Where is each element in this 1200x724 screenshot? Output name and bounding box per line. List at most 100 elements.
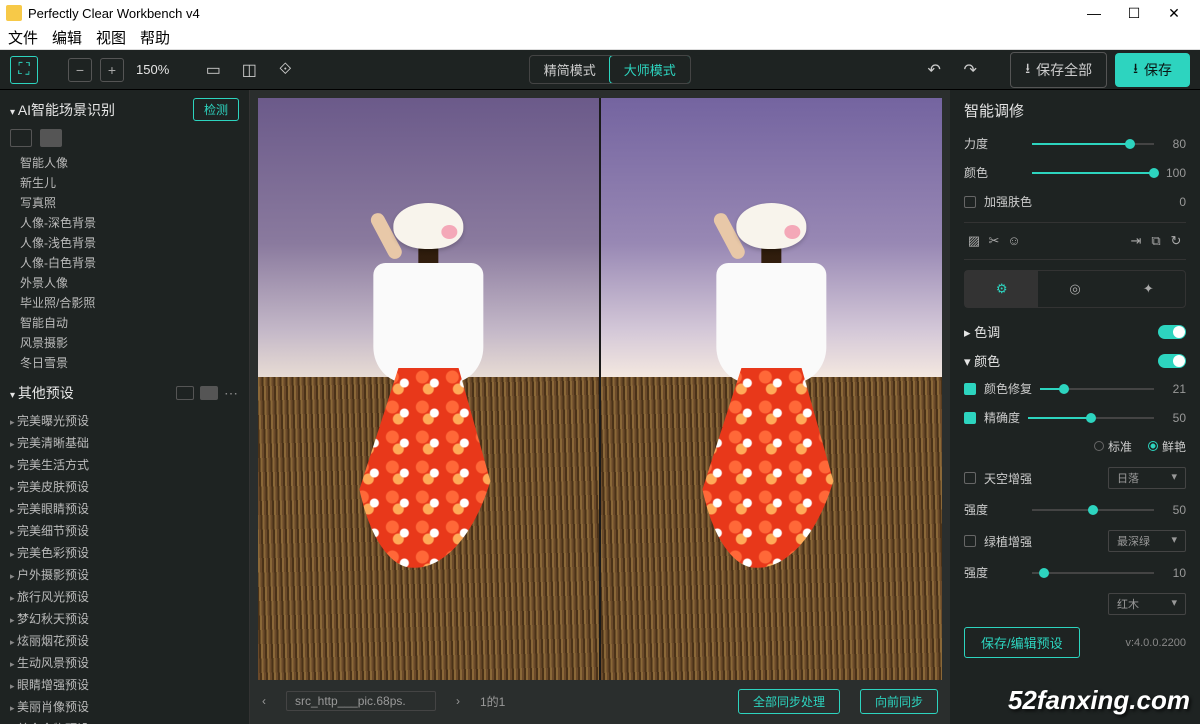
sync-all-button[interactable]: 全部同步处理: [738, 689, 840, 714]
maximize-button[interactable]: ☐: [1114, 5, 1154, 22]
preset-item[interactable]: 完美眼睛预设: [10, 499, 239, 521]
green-strength-slider[interactable]: [1032, 572, 1154, 574]
view-split-icon[interactable]: ◫: [235, 56, 263, 84]
scene-item[interactable]: 外景人像: [20, 273, 239, 293]
sky-checkbox[interactable]: [964, 472, 976, 484]
app-icon: [6, 5, 22, 21]
preset-item[interactable]: 梦幻秋天预设: [10, 609, 239, 631]
preset-grid-icon[interactable]: [176, 386, 194, 400]
version-label: v:4.0.0.2200: [1125, 637, 1186, 649]
fit-screen-icon[interactable]: ⛶: [10, 56, 38, 84]
menu-help[interactable]: 帮助: [140, 27, 170, 48]
grid-view-icon[interactable]: [10, 129, 32, 147]
preset-list-icon[interactable]: [200, 386, 218, 400]
scene-item[interactable]: 人像-白色背景: [20, 253, 239, 273]
menu-view[interactable]: 视图: [96, 27, 126, 48]
radio-vivid[interactable]: [1148, 441, 1158, 451]
filename-field[interactable]: src_http___pic.68ps.: [286, 691, 436, 711]
scene-item[interactable]: 智能人像: [20, 153, 239, 173]
zoom-level: 150%: [136, 62, 169, 77]
sync-forward-button[interactable]: 向前同步: [860, 689, 938, 714]
view-single-icon[interactable]: ▭: [199, 56, 227, 84]
preset-item[interactable]: 完美曝光预设: [10, 411, 239, 433]
scene-item[interactable]: 人像-深色背景: [20, 213, 239, 233]
preset-item[interactable]: 美丽肖像预设: [10, 697, 239, 719]
minimize-button[interactable]: —: [1074, 5, 1114, 21]
copy-icon[interactable]: ⧉: [1146, 233, 1166, 249]
page-counter: 1的1: [480, 693, 505, 710]
accuracy-slider[interactable]: [1028, 417, 1154, 419]
color-slider[interactable]: [1032, 172, 1154, 174]
preset-item[interactable]: 完美生活方式: [10, 455, 239, 477]
color-section[interactable]: ▾ 颜色: [964, 351, 1000, 370]
window-title: Perfectly Clear Workbench v4: [28, 6, 200, 21]
crop-icon[interactable]: ✂: [984, 233, 1004, 249]
mode-master[interactable]: 大师模式: [609, 55, 691, 84]
strength-slider[interactable]: [1032, 143, 1154, 145]
color-label: 颜色: [964, 164, 1024, 181]
preset-item[interactable]: 完美细节预设: [10, 521, 239, 543]
tab-effects[interactable]: ✦: [1112, 271, 1185, 307]
scene-item[interactable]: 毕业照/合影照: [20, 293, 239, 313]
other-presets-title[interactable]: 其他预设: [10, 383, 74, 403]
face-icon[interactable]: ☺: [1004, 233, 1024, 249]
preset-item[interactable]: 生动风景预设: [10, 653, 239, 675]
tab-global[interactable]: ◎: [1038, 271, 1111, 307]
scene-item[interactable]: 写真照: [20, 193, 239, 213]
scene-item[interactable]: 风景摄影: [20, 333, 239, 353]
green-checkbox[interactable]: [964, 535, 976, 547]
scene-item[interactable]: 新生儿: [20, 173, 239, 193]
preset-item[interactable]: 户外摄影预设: [10, 565, 239, 587]
tab-adjust[interactable]: ⚙: [965, 271, 1038, 307]
zoom-in-button[interactable]: +: [100, 58, 124, 82]
zoom-out-button[interactable]: −: [68, 58, 92, 82]
colorfix-slider[interactable]: [1040, 388, 1154, 390]
colorfix-checkbox[interactable]: [964, 383, 976, 395]
color-toggle[interactable]: [1158, 354, 1186, 368]
scene-item[interactable]: 智能自动: [20, 313, 239, 333]
preset-item[interactable]: 美食食物预设: [10, 719, 239, 724]
preset-item[interactable]: 眼睛增强预设: [10, 675, 239, 697]
sky-select[interactable]: 日落▾: [1108, 467, 1186, 489]
wood-select[interactable]: 红木▾: [1108, 593, 1186, 615]
next-image-button[interactable]: ›: [456, 694, 460, 708]
list-view-icon[interactable]: [40, 129, 62, 147]
redo-button[interactable]: ↷: [956, 56, 984, 84]
strength-label: 力度: [964, 135, 1024, 152]
sky-strength-slider[interactable]: [1032, 509, 1154, 511]
export-icon[interactable]: ⇥: [1126, 233, 1146, 249]
preset-item[interactable]: 完美色彩预设: [10, 543, 239, 565]
preset-item[interactable]: 完美皮肤预设: [10, 477, 239, 499]
save-all-button[interactable]: ⭳ 保存全部: [1010, 52, 1107, 88]
adjust-panel-title: 智能调修: [964, 100, 1186, 121]
radio-standard[interactable]: [1094, 441, 1104, 451]
view-crop-icon[interactable]: ⟐: [271, 56, 299, 84]
menu-edit[interactable]: 编辑: [52, 27, 82, 48]
scene-item[interactable]: 冬日雪景: [20, 353, 239, 371]
tone-toggle[interactable]: [1158, 325, 1186, 339]
prev-image-button[interactable]: ‹: [262, 694, 266, 708]
mode-simple[interactable]: 精简模式: [530, 56, 610, 83]
undo-button[interactable]: ↶: [920, 56, 948, 84]
close-button[interactable]: ✕: [1154, 5, 1194, 22]
reset-icon[interactable]: ↻: [1166, 233, 1186, 249]
detect-button[interactable]: 检测: [193, 98, 239, 121]
save-button[interactable]: ⭳ 保存: [1115, 53, 1190, 87]
scene-item[interactable]: 人像-浅色背景: [20, 233, 239, 253]
accuracy-checkbox[interactable]: [964, 412, 976, 424]
preview-before: [258, 98, 599, 680]
histogram-icon[interactable]: ▨: [964, 233, 984, 249]
menu-file[interactable]: 文件: [8, 27, 38, 48]
ai-scene-title[interactable]: AI智能场景识别: [10, 100, 115, 120]
preset-item[interactable]: 完美清晰基础: [10, 433, 239, 455]
preset-item[interactable]: 炫丽烟花预设: [10, 631, 239, 653]
green-select[interactable]: 最深绿▾: [1108, 530, 1186, 552]
preview-after: [601, 98, 942, 680]
skin-checkbox[interactable]: [964, 196, 976, 208]
tone-section[interactable]: ▸ 色调: [964, 322, 1000, 341]
preset-more-icon[interactable]: ⋯: [224, 385, 239, 402]
save-preset-button[interactable]: 保存/编辑预设: [964, 627, 1080, 658]
watermark: 52fanxing.com: [1008, 685, 1190, 716]
preset-item[interactable]: 旅行风光预设: [10, 587, 239, 609]
preview-area: [258, 98, 942, 680]
